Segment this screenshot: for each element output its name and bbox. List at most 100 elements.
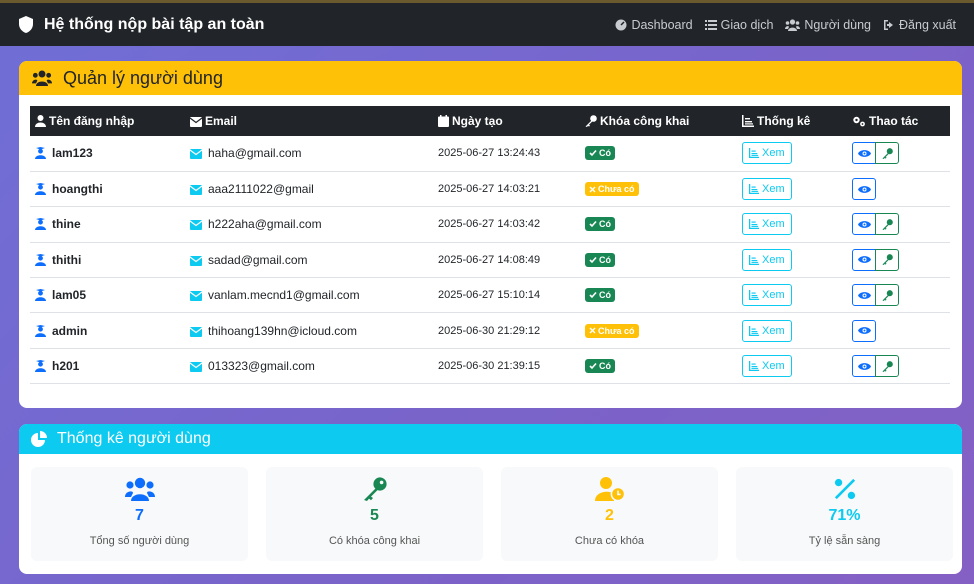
cell-stats: Xem — [737, 136, 847, 171]
eye-icon — [857, 327, 871, 335]
action-buttons — [852, 248, 899, 271]
cell-stats: Xem — [737, 313, 847, 348]
view-stats-button[interactable]: Xem — [742, 284, 792, 307]
chart-line-icon — [749, 148, 759, 159]
cell-username: admin — [30, 313, 185, 348]
cell-actions — [847, 313, 950, 348]
cell-actions — [847, 278, 950, 313]
chart-line-icon — [749, 184, 759, 195]
key-icon — [881, 148, 893, 159]
view-button[interactable] — [852, 355, 876, 378]
view-stats-button[interactable]: Xem — [742, 355, 792, 378]
cell-actions — [847, 171, 950, 206]
percent-icon — [834, 478, 855, 500]
cell-key-status: Có — [580, 278, 737, 313]
email: sadad@gmail.com — [208, 252, 308, 267]
table-row: admin thihoang139hn@icloud.com 2025-06-3… — [30, 313, 950, 349]
eye-icon — [857, 256, 871, 264]
username: lam123 — [52, 146, 93, 161]
view-button[interactable] — [852, 248, 876, 271]
user-graduate-icon — [35, 253, 46, 266]
view-button[interactable] — [852, 284, 876, 307]
cell-key-status: Có — [580, 207, 737, 242]
nav-transactions[interactable]: Giao dịch — [704, 17, 774, 32]
key-status-badge: Có — [585, 217, 615, 232]
view-button[interactable] — [852, 142, 876, 165]
pie-chart-icon — [31, 431, 47, 447]
cell-stats: Xem — [737, 207, 847, 242]
key-status-badge: Có — [585, 359, 615, 374]
key-button[interactable] — [875, 284, 899, 307]
nav-users[interactable]: Người dùng — [785, 18, 871, 32]
action-buttons — [852, 284, 899, 307]
users-card-header: Quản lý người dùng — [19, 61, 962, 95]
nav-users-label: Người dùng — [804, 17, 872, 32]
eye-icon — [857, 291, 871, 299]
users-icon — [124, 477, 155, 501]
brand[interactable]: Hệ thống nộp bài tập an toàn — [18, 16, 264, 34]
key-button[interactable] — [875, 355, 899, 378]
chart-line-icon — [749, 219, 759, 230]
cell-email: sadad@gmail.com — [185, 242, 433, 277]
x-icon — [589, 186, 596, 193]
stats-card: Thống kê người dùng 7 Tổng số người dùng… — [19, 424, 962, 574]
view-button[interactable] — [852, 213, 876, 236]
stat-with-key-label: Có khóa công khai — [328, 535, 421, 547]
stat-without-key-label: Chưa có khóa — [574, 535, 645, 547]
envelope-icon — [189, 362, 203, 373]
action-buttons — [852, 213, 899, 236]
nav-logout-label: Đăng xuất — [899, 17, 956, 32]
cell-created: 2025-06-30 21:29:12 — [438, 324, 541, 337]
eye-icon — [857, 185, 871, 193]
key-icon — [881, 219, 893, 230]
col-actions: Thao tác — [847, 106, 950, 136]
user-graduate-icon — [35, 147, 46, 160]
action-buttons — [852, 178, 876, 201]
key-button[interactable] — [875, 142, 899, 165]
stat-total-users-value: 7 — [135, 507, 144, 524]
view-button[interactable] — [852, 178, 876, 201]
view-stats-button[interactable]: Xem — [742, 213, 792, 236]
cell-username: thithi — [30, 242, 185, 277]
user-graduate-icon — [35, 289, 46, 302]
key-button[interactable] — [875, 248, 899, 271]
view-stats-button[interactable]: Xem — [742, 178, 792, 201]
nav-dashboard-label: Dashboard — [631, 17, 693, 32]
cell-username: lam123 — [30, 136, 185, 171]
stat-with-key-value: 5 — [370, 507, 379, 524]
username: hoangthi — [52, 182, 103, 197]
cell-username: lam05 — [30, 278, 185, 313]
cell-actions — [847, 136, 950, 171]
nav-dashboard[interactable]: Dashboard — [615, 17, 693, 32]
stats-card-title: Thống kê người dùng — [57, 430, 211, 447]
users-icon — [32, 70, 52, 86]
stats-grid: 7 Tổng số người dùng 5 Có khóa công khai… — [31, 467, 953, 561]
key-icon — [881, 289, 893, 301]
check-icon — [589, 150, 597, 157]
stat-readiness-label: Tỷ lệ sẵn sàng — [808, 535, 881, 547]
stat-without-key-value: 2 — [605, 507, 614, 524]
nav-transactions-label: Giao dịch — [720, 17, 774, 32]
key-button[interactable] — [875, 213, 899, 236]
user-graduate-icon — [35, 183, 46, 196]
col-stats: Thống kê — [737, 106, 847, 136]
email: aaa2111022@gmail — [208, 182, 314, 197]
view-stats-button[interactable]: Xem — [742, 248, 792, 271]
view-button[interactable] — [852, 319, 876, 342]
cell-created: 2025-06-27 15:10:14 — [438, 289, 541, 302]
check-icon — [589, 256, 597, 264]
key-status-badge: Chưa có — [585, 182, 639, 197]
stat-with-key: 5 Có khóa công khai — [266, 467, 483, 561]
table-row: hoangthi aaa2111022@gmail 2025-06-27 14:… — [30, 171, 950, 207]
check-icon — [589, 292, 597, 299]
cell-created: 2025-06-27 14:03:42 — [438, 218, 541, 231]
nav-logout[interactable]: Đăng xuất — [883, 18, 956, 32]
cell-key-status: Chưa có — [580, 313, 737, 348]
cell-actions — [847, 242, 950, 277]
email: 013323@gmail.com — [208, 359, 315, 374]
table-row: thine h222aha@gmail.com 2025-06-27 14:03… — [30, 207, 950, 243]
cell-username: hoangthi — [30, 171, 185, 206]
view-stats-button[interactable]: Xem — [742, 142, 792, 165]
key-status-badge: Có — [585, 146, 615, 161]
view-stats-button[interactable]: Xem — [742, 319, 792, 342]
